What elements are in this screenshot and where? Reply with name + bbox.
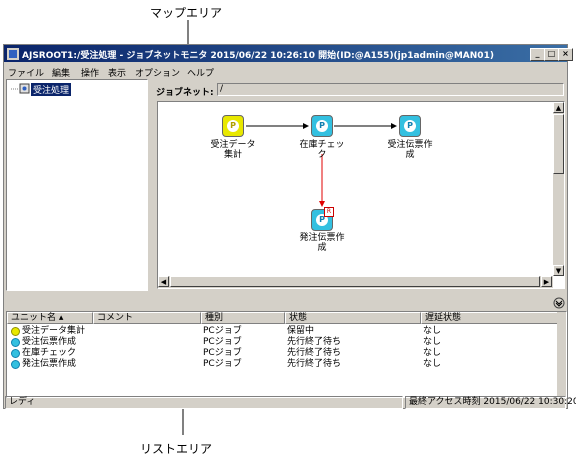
status-waiting-icon — [11, 349, 20, 358]
column-header-state[interactable]: 状態 — [285, 312, 421, 324]
node-label-1: 受注データ 集計 — [210, 140, 256, 160]
menu-bar: ファイル 編集 操作 表示 オプション ヘルプ — [4, 64, 567, 79]
job-letter: P — [316, 120, 328, 132]
menu-edit[interactable]: 編集 — [52, 66, 70, 79]
scroll-left-icon[interactable]: ◀ — [158, 276, 169, 287]
node-label-3: 受注伝票作 成 — [387, 140, 433, 160]
jobnet-path-value: / — [220, 84, 224, 94]
table-row[interactable]: 在庫チェック PCジョブ 先行終了待ち なし — [7, 347, 558, 358]
scroll-thumb[interactable] — [553, 114, 564, 174]
cell-unit: 受注データ集計 — [22, 326, 86, 336]
column-header-unit[interactable]: ユニット名 ▴ — [7, 312, 93, 324]
column-header-label: ユニット名 — [11, 313, 57, 323]
jobnet-path-field: / — [217, 83, 564, 96]
cell-state: 先行終了待ち — [287, 359, 342, 369]
map-area: P 受注データ 集計 P 在庫チェッ ク P 受注伝票作 成 P R 発注伝票作… — [157, 101, 565, 289]
status-waiting-icon — [11, 338, 20, 347]
table-row[interactable]: 発注伝票作成 PCジョブ 先行終了待ち なし — [7, 358, 558, 369]
list-area: ユニット名 ▴ コメント 種別 状態 遅延状態 受注データ集計 PCジョブ 保留… — [6, 311, 567, 398]
cell-unit: 受注伝票作成 — [22, 337, 77, 347]
map-area-callout: マップエリア — [150, 6, 223, 20]
cell-type: PCジョブ — [203, 326, 242, 336]
table-row[interactable]: 受注データ集計 PCジョブ 保留中 なし — [7, 325, 558, 336]
recovery-badge-icon: R — [324, 207, 334, 217]
column-header-delay[interactable]: 遅延状態 — [421, 312, 558, 324]
map-horizontal-scrollbar[interactable]: ◀ ▶ — [158, 276, 553, 288]
status-waiting-icon — [11, 360, 20, 369]
maximize-button[interactable]: □ — [544, 48, 559, 61]
table-row[interactable]: 受注伝票作成 PCジョブ 先行終了待ち なし — [7, 336, 558, 347]
cell-unit: 発注伝票作成 — [22, 359, 77, 369]
cell-type: PCジョブ — [203, 337, 242, 347]
tree-item-root[interactable]: 受注処理 — [31, 83, 72, 96]
job-icon-held[interactable]: P — [222, 115, 244, 137]
cell-type: PCジョブ — [203, 348, 242, 358]
close-button[interactable]: × — [558, 48, 573, 61]
menu-view[interactable]: 表示 — [108, 66, 126, 79]
column-header-type[interactable]: 種別 — [201, 312, 285, 324]
jobnet-label: ジョブネット: — [156, 88, 214, 98]
tree-pane: 受注処理 — [6, 79, 148, 291]
job-icon-waiting[interactable]: P — [311, 115, 333, 137]
window-title: AJSROOT1:/受注処理 - ジョブネットモニタ 2015/06/22 10… — [22, 51, 494, 61]
cell-delay: なし — [423, 337, 442, 347]
node-label-2: 在庫チェッ ク — [299, 140, 345, 160]
status-text: レディ — [5, 396, 403, 409]
job-letter: P — [404, 120, 416, 132]
cell-delay: なし — [423, 326, 442, 336]
tree-connector — [11, 83, 30, 94]
cell-state: 先行終了待ち — [287, 337, 342, 347]
scroll-thumb[interactable] — [170, 276, 540, 287]
cell-delay: なし — [423, 359, 442, 369]
list-area-callout: リストエリア — [140, 442, 213, 456]
list-vertical-scrollbar[interactable] — [557, 312, 566, 397]
node-label-4: 発注伝票作 成 — [299, 233, 345, 253]
last-access-time: 最終アクセス時刻 2015/06/22 10:30:20 — [405, 396, 576, 409]
menu-help[interactable]: ヘルプ — [187, 66, 214, 79]
job-letter: P — [227, 120, 239, 132]
status-held-icon — [11, 327, 20, 336]
minimize-button[interactable]: _ — [530, 48, 545, 61]
status-bar: レディ 最終アクセス時刻 2015/06/22 10:30:20 — [4, 396, 576, 409]
map-arrows — [246, 123, 397, 207]
title-bar[interactable]: AJSROOT1:/受注処理 - ジョブネットモニタ 2015/06/22 10… — [4, 45, 573, 62]
cell-state: 保留中 — [287, 326, 315, 336]
map-vertical-scrollbar[interactable]: ▲ ▼ — [553, 102, 564, 276]
scroll-right-icon[interactable]: ▶ — [541, 276, 552, 287]
job-icon-waiting-recovery[interactable]: P R — [311, 207, 334, 231]
column-header-comment[interactable]: コメント — [93, 312, 201, 324]
app-icon — [7, 48, 19, 60]
cell-type: PCジョブ — [203, 359, 242, 369]
cell-delay: なし — [423, 348, 442, 358]
cell-unit: 在庫チェック — [22, 348, 77, 358]
menu-file[interactable]: ファイル — [8, 66, 44, 79]
job-icon-waiting[interactable]: P — [399, 115, 421, 137]
scroll-down-icon[interactable]: ▼ — [553, 265, 564, 276]
menu-options[interactable]: オプション — [135, 66, 180, 79]
cell-state: 先行終了待ち — [287, 348, 342, 358]
scroll-up-icon[interactable]: ▲ — [553, 102, 564, 113]
menu-operation[interactable]: 操作 — [81, 66, 99, 79]
collapse-list-icon[interactable] — [553, 297, 565, 309]
jobnet-monitor-window: AJSROOT1:/受注処理 - ジョブネットモニタ 2015/06/22 10… — [3, 44, 576, 409]
